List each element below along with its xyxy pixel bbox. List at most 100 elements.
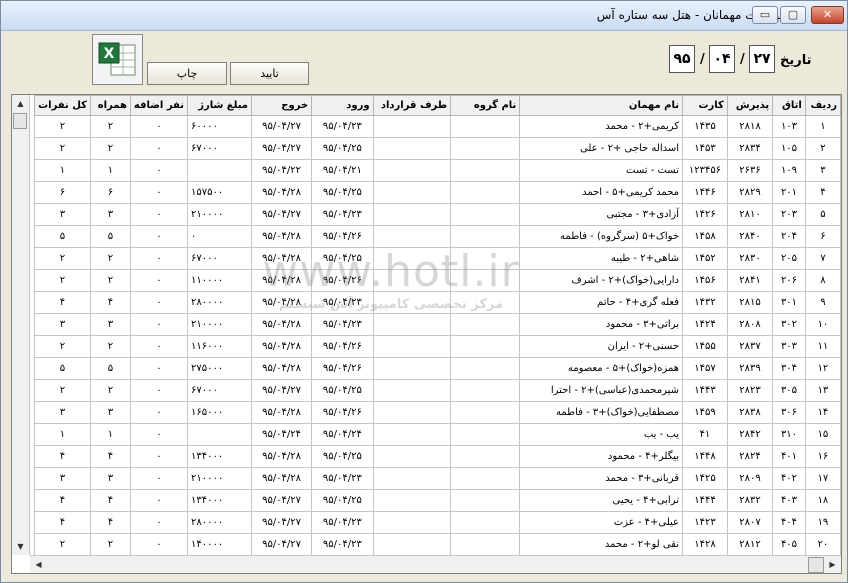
table-cell[interactable] [372, 225, 452, 248]
excel-export-button[interactable]: X [92, 34, 143, 85]
table-row[interactable]: ۱۸ ۴۰۳ ۲۸۳۲ ۱۴۴۴ ترابی+۴ - یحیی ۹۵/۰۴/۲۵ ۹۵/۰۴… [34, 489, 841, 512]
scroll-left-icon[interactable]: ◀ [30, 556, 47, 573]
table-cell[interactable]: ۵ [804, 203, 841, 226]
table-cell[interactable]: ۰ [129, 247, 189, 270]
table-cell[interactable]: ۴ [34, 489, 91, 512]
table-cell[interactable]: ۱۳۴۰۰۰ [187, 445, 252, 468]
table-row[interactable]: ۳ ۱۰۹ ۲۶۳۶ ۱۲۳۴۵۶ تست - تست ۹۵/۰۴/۲۱ ۹۵/۰۴/۲۲ ۰… [34, 159, 841, 182]
table-cell[interactable]: ۲ [89, 247, 131, 270]
table-cell[interactable]: ۲ [89, 269, 131, 292]
maximize-button[interactable]: ▢ [780, 6, 806, 24]
table-cell[interactable]: ۵ [89, 357, 131, 380]
table-cell[interactable]: ۹۵/۰۴/۲۸ [250, 445, 313, 468]
table-cell[interactable]: ۱۴۵۳ [682, 137, 728, 160]
table-cell[interactable]: ۹۵/۰۴/۲۵ [311, 181, 374, 204]
table-cell[interactable]: ۹۵/۰۴/۲۲ [250, 159, 313, 182]
column-header[interactable]: ردیف [804, 95, 841, 116]
table-cell[interactable] [372, 401, 452, 424]
table-cell[interactable]: عیلی+۴ - عزت [519, 511, 684, 534]
table-row[interactable]: ۲۰ ۴۰۵ ۲۸۱۲ ۱۴۲۸ نقی لو+۲ - محمد ۹۵/۰۴/۲۳ ۹۵/۰… [34, 533, 841, 556]
table-cell[interactable]: ۱۴۲۳ [682, 511, 728, 534]
table-cell[interactable]: ۱۲۳۴۵۶ [682, 159, 728, 182]
table-cell[interactable]: ۹۵/۰۴/۲۶ [311, 357, 374, 380]
table-cell[interactable] [450, 357, 521, 380]
table-cell[interactable]: ۶۰۰۰۰ [187, 115, 252, 138]
table-cell[interactable]: ۱۱۰۰۰۰ [187, 269, 252, 292]
table-cell[interactable]: ۱۲ [804, 357, 841, 380]
table-cell[interactable]: ۶۷۰۰۰ [187, 137, 252, 160]
table-cell[interactable]: ۲۸۲۳ [726, 379, 774, 402]
table-cell[interactable]: ۲۰۳ [772, 203, 806, 226]
table-cell[interactable]: ۹۵/۰۴/۲۸ [250, 401, 313, 424]
table-cell[interactable]: ۲ [34, 269, 91, 292]
table-cell[interactable] [450, 181, 521, 204]
column-header[interactable]: طرف قرارداد [372, 95, 452, 116]
table-row[interactable]: ۷ ۲۰۵ ۲۸۳۰ ۱۴۵۲ شاهی+۲ - طیبه ۹۵/۰۴/۲۵ ۹۵/۰۴/۲… [34, 247, 841, 270]
table-cell[interactable]: ۲ [89, 335, 131, 358]
table-cell[interactable]: ۴ [89, 511, 131, 534]
table-cell[interactable]: ۹۵/۰۴/۲۳ [311, 511, 374, 534]
table-row[interactable]: ۱۹ ۴۰۴ ۲۸۰۷ ۱۴۲۳ عیلی+۴ - عزت ۹۵/۰۴/۲۳ ۹۵/۰۴/۲… [34, 511, 841, 534]
table-cell[interactable]: شیرمحمدی(عباسی)+۲ - احترا [519, 379, 684, 402]
table-cell[interactable]: ۲ [34, 137, 91, 160]
table-cell[interactable] [372, 203, 452, 226]
table-cell[interactable]: ۴ [89, 445, 131, 468]
column-header[interactable]: نام مهمان [519, 95, 684, 116]
table-cell[interactable] [372, 335, 452, 358]
table-row[interactable]: ۱ ۱۰۳ ۲۸۱۸ ۱۴۳۵ کریمی+۲ - محمد ۹۵/۰۴/۲۳ ۹۵/۰۴/… [34, 115, 841, 138]
table-cell[interactable]: ۹۵/۰۴/۲۳ [311, 313, 374, 336]
table-cell[interactable]: ۱۵ [804, 423, 841, 446]
table-cell[interactable]: ۰ [129, 467, 189, 490]
table-row[interactable]: ۸ ۲۰۶ ۲۸۴۱ ۱۴۵۶ دارایی(خواک)+۲ - اشرف ۹۵/۰۴/۲… [34, 269, 841, 292]
table-row[interactable]: ۱۴ ۳۰۶ ۲۸۳۸ ۱۴۵۹ مصطفایی(خواک)+۳ - فاطمه ۹۵/۰… [34, 401, 841, 424]
table-cell[interactable]: ۲۸۱۰ [726, 203, 774, 226]
table-cell[interactable] [450, 401, 521, 424]
table-cell[interactable] [450, 379, 521, 402]
table-cell[interactable]: ۱۴۳۵ [682, 115, 728, 138]
table-cell[interactable]: ۴۰۲ [772, 467, 806, 490]
table-cell[interactable]: ۲ [89, 533, 131, 556]
table-cell[interactable]: ۰ [129, 203, 189, 226]
column-header[interactable]: کل نفرات [34, 95, 91, 116]
table-cell[interactable]: ۲۰۱ [772, 181, 806, 204]
table-cell[interactable]: ۲۱۰۰۰۰ [187, 467, 252, 490]
table-cell[interactable]: ۱۴۲۵ [682, 467, 728, 490]
table-cell[interactable]: ۳ [89, 467, 131, 490]
table-cell[interactable]: ۲۱۰۰۰۰ [187, 203, 252, 226]
table-cell[interactable]: ۷ [804, 247, 841, 270]
minimize-button[interactable]: ▭ [752, 6, 778, 24]
column-header[interactable]: مبلغ شارژ [187, 95, 252, 116]
table-row[interactable]: ۵ ۲۰۳ ۲۸۱۰ ۱۴۲۶ آزادی+۳ - مجتبی ۹۵/۰۴/۲۳ ۹۵/۰۴… [34, 203, 841, 226]
table-cell[interactable] [372, 511, 452, 534]
table-cell[interactable]: بیگلر+۴ - محمود [519, 445, 684, 468]
table-cell[interactable]: ۳ [34, 467, 91, 490]
table-row[interactable]: ۱۱ ۳۰۳ ۲۸۳۷ ۱۴۵۵ حسنی+۲ - ایران ۹۵/۰۴/۲۶ ۹۵/۰۴… [34, 335, 841, 358]
table-cell[interactable]: ۱۸ [804, 489, 841, 512]
table-cell[interactable]: ۱۵۷۵۰۰ [187, 181, 252, 204]
horizontal-scrollbar[interactable]: ◀ ▶ [30, 555, 841, 573]
table-cell[interactable]: یب - یب [519, 423, 684, 446]
table-cell[interactable]: ۲ [34, 379, 91, 402]
table-cell[interactable]: ۰ [129, 489, 189, 512]
column-header[interactable]: پذیرش [726, 95, 774, 116]
table-cell[interactable]: ۲۸۳۷ [726, 335, 774, 358]
table-cell[interactable]: ۱۴ [804, 401, 841, 424]
table-cell[interactable]: ۹۵/۰۴/۲۷ [250, 489, 313, 512]
table-cell[interactable]: ۳۰۴ [772, 357, 806, 380]
table-cell[interactable]: ۱۰۹ [772, 159, 806, 182]
table-cell[interactable]: ۲ [34, 335, 91, 358]
table-cell[interactable] [450, 445, 521, 468]
table-row[interactable]: ۹ ۳۰۱ ۲۸۱۵ ۱۴۳۲ فعله گری+۴ - حاتم ۹۵/۰۴/۲۳ ۹۵/… [34, 291, 841, 314]
table-cell[interactable]: خواک+۵ (سرگروه) - فاطمه [519, 225, 684, 248]
table-cell[interactable]: ۳۱۰ [772, 423, 806, 446]
date-day-field[interactable]: ۲۷ [749, 45, 775, 73]
table-cell[interactable]: ۱۴۵۲ [682, 247, 728, 270]
table-cell[interactable] [450, 247, 521, 270]
table-cell[interactable]: ۹۵/۰۴/۲۸ [250, 181, 313, 204]
table-cell[interactable]: ۰ [129, 137, 189, 160]
table-cell[interactable]: ۰ [129, 115, 189, 138]
column-header[interactable]: خروج [250, 95, 313, 116]
table-cell[interactable]: ۲۷۵۰۰۰ [187, 357, 252, 380]
table-cell[interactable]: ۱ [34, 423, 91, 446]
table-cell[interactable]: ۲۸۱۵ [726, 291, 774, 314]
